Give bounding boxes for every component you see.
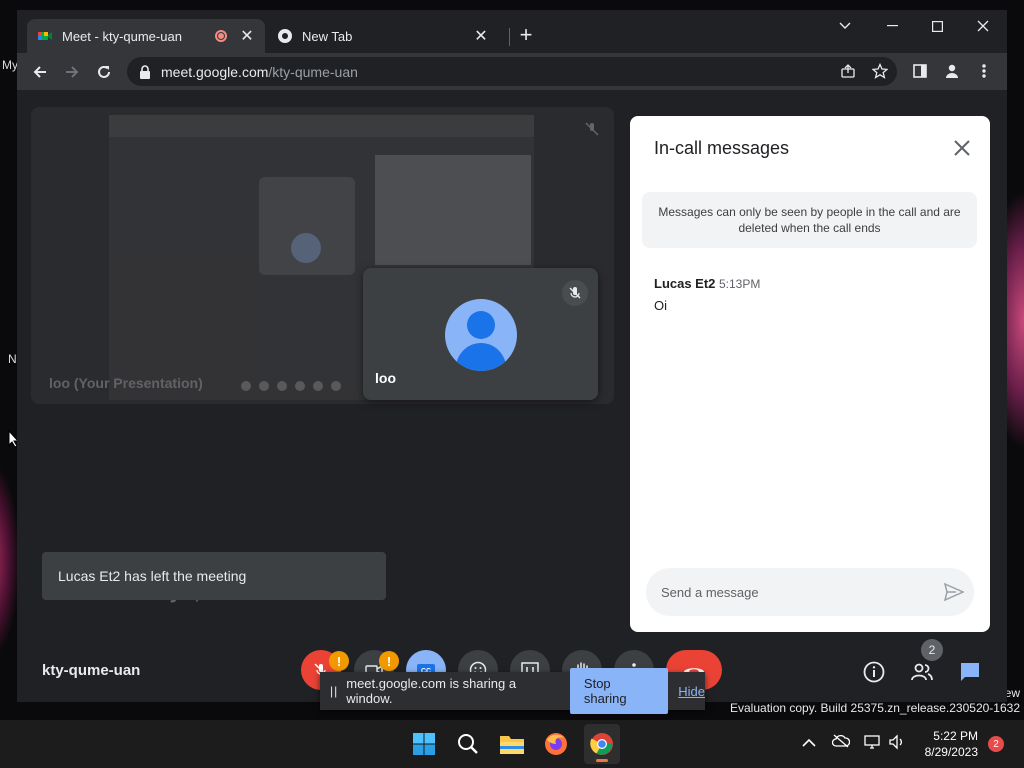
close-window-button[interactable] — [960, 10, 1006, 42]
meeting-code: kty-qume-uan — [42, 662, 141, 679]
chrome-icon — [278, 29, 292, 43]
firefox-icon[interactable] — [542, 730, 570, 758]
new-tab-button[interactable]: + — [514, 24, 538, 46]
tab-title: New Tab — [302, 28, 353, 44]
screen-share-bar: || meet.google.com is sharing a window. … — [320, 668, 705, 714]
taskbar: 5:22 PM 8/29/2023 2 — [0, 720, 1024, 768]
left-meeting-toast: Lucas Et2 has left the meeting — [42, 552, 386, 600]
tab-divider — [509, 28, 510, 46]
avatar — [445, 299, 517, 371]
show-hidden-icons[interactable] — [802, 735, 816, 753]
participant-name: loo — [375, 370, 396, 386]
preview-controls — [241, 381, 341, 391]
profile-icon[interactable] — [941, 60, 963, 82]
participant-count-badge: 2 — [921, 639, 943, 661]
chat-heading: In-call messages — [654, 138, 790, 158]
people-button[interactable] — [908, 658, 936, 686]
url-path: /kty-qume-uan — [268, 63, 358, 80]
mic-off-icon — [562, 280, 588, 306]
search-icon[interactable] — [454, 730, 482, 758]
browser-toolbar: meet.google.com/kty-qume-uan — [17, 53, 1007, 90]
send-icon[interactable] — [934, 583, 974, 601]
notification-badge[interactable]: 2 — [988, 736, 1004, 752]
tab-search-icon[interactable] — [822, 10, 868, 42]
message-time: 5:13PM — [719, 277, 761, 291]
chrome-icon[interactable] — [588, 730, 616, 758]
file-explorer-icon[interactable] — [498, 730, 526, 758]
clock-date: 8/29/2023 — [924, 745, 978, 759]
start-icon[interactable] — [410, 730, 438, 758]
menu-dots-icon[interactable] — [973, 60, 995, 82]
chat-icon — [961, 663, 979, 681]
presentation-label: loo (Your Presentation) — [49, 375, 203, 391]
maximize-button[interactable] — [914, 10, 960, 42]
chat-notice: Messages can only be seen by people in t… — [642, 192, 977, 248]
share-message: meet.google.com is sharing a window. — [346, 676, 517, 706]
meet-icon — [38, 32, 52, 40]
forward-icon[interactable] — [59, 59, 85, 85]
mic-off-icon — [584, 121, 600, 142]
message-placeholder: Send a message — [661, 584, 759, 600]
close-tab-icon[interactable]: ✕ — [473, 26, 489, 46]
browser-window: Meet - kty-qume-uan ✕ New Tab ✕ + meet.g… — [17, 10, 1007, 702]
tab-strip: Meet - kty-qume-uan ✕ New Tab ✕ + — [17, 10, 1007, 53]
people-icon — [911, 663, 933, 681]
desktop: My N ew Evaluation copy. Build 25375.zn_… — [0, 0, 1024, 768]
recording-icon — [215, 30, 227, 42]
chat-button[interactable] — [956, 658, 984, 686]
participant-tile[interactable]: loo — [363, 268, 598, 400]
message-sender: Lucas Et2 — [654, 276, 716, 291]
camera-warning-badge: ! — [379, 651, 399, 671]
volume-icon[interactable] — [888, 734, 906, 755]
pause-icon: || — [330, 684, 339, 698]
back-icon[interactable] — [27, 59, 53, 85]
share-icon[interactable] — [837, 60, 859, 82]
close-icon[interactable] — [950, 136, 974, 160]
lock-icon — [140, 64, 150, 79]
cloud-sync-icon[interactable] — [831, 734, 851, 753]
clock-time: 5:22 PM — [933, 729, 978, 743]
chat-panel: In-call messages Messages can only be se… — [630, 116, 990, 632]
network-icon[interactable] — [864, 734, 880, 755]
bookmark-star-icon[interactable] — [869, 60, 891, 82]
meeting-info-button[interactable] — [860, 658, 888, 686]
watermark: Evaluation copy. Build 25375.zn_release.… — [730, 701, 1020, 715]
side-panel-icon[interactable] — [909, 60, 931, 82]
meet-stage: loo (Your Presentation) loo Guys, oh the… — [17, 90, 1007, 702]
info-icon — [863, 661, 885, 683]
tab-new-tab[interactable]: New Tab ✕ — [267, 19, 499, 53]
desktop-icon-label[interactable]: N — [8, 352, 17, 366]
close-tab-icon[interactable]: ✕ — [239, 26, 255, 46]
desktop-icon-label[interactable]: My — [2, 58, 18, 72]
tab-title: Meet - kty-qume-uan — [62, 28, 182, 44]
hide-link[interactable]: Hide — [678, 684, 705, 699]
message-text: Oi — [654, 298, 667, 313]
address-bar[interactable]: meet.google.com/kty-qume-uan — [127, 57, 897, 86]
reload-icon[interactable] — [91, 59, 117, 85]
url-host: meet.google.com — [161, 63, 269, 80]
message-input[interactable]: Send a message — [646, 568, 974, 616]
tab-meet[interactable]: Meet - kty-qume-uan ✕ — [27, 19, 265, 53]
minimize-button[interactable] — [869, 10, 915, 42]
taskbar-clock[interactable]: 5:22 PM 8/29/2023 — [910, 728, 978, 760]
stop-sharing-button[interactable]: Stop sharing — [569, 668, 669, 714]
mic-warning-badge: ! — [329, 651, 349, 671]
